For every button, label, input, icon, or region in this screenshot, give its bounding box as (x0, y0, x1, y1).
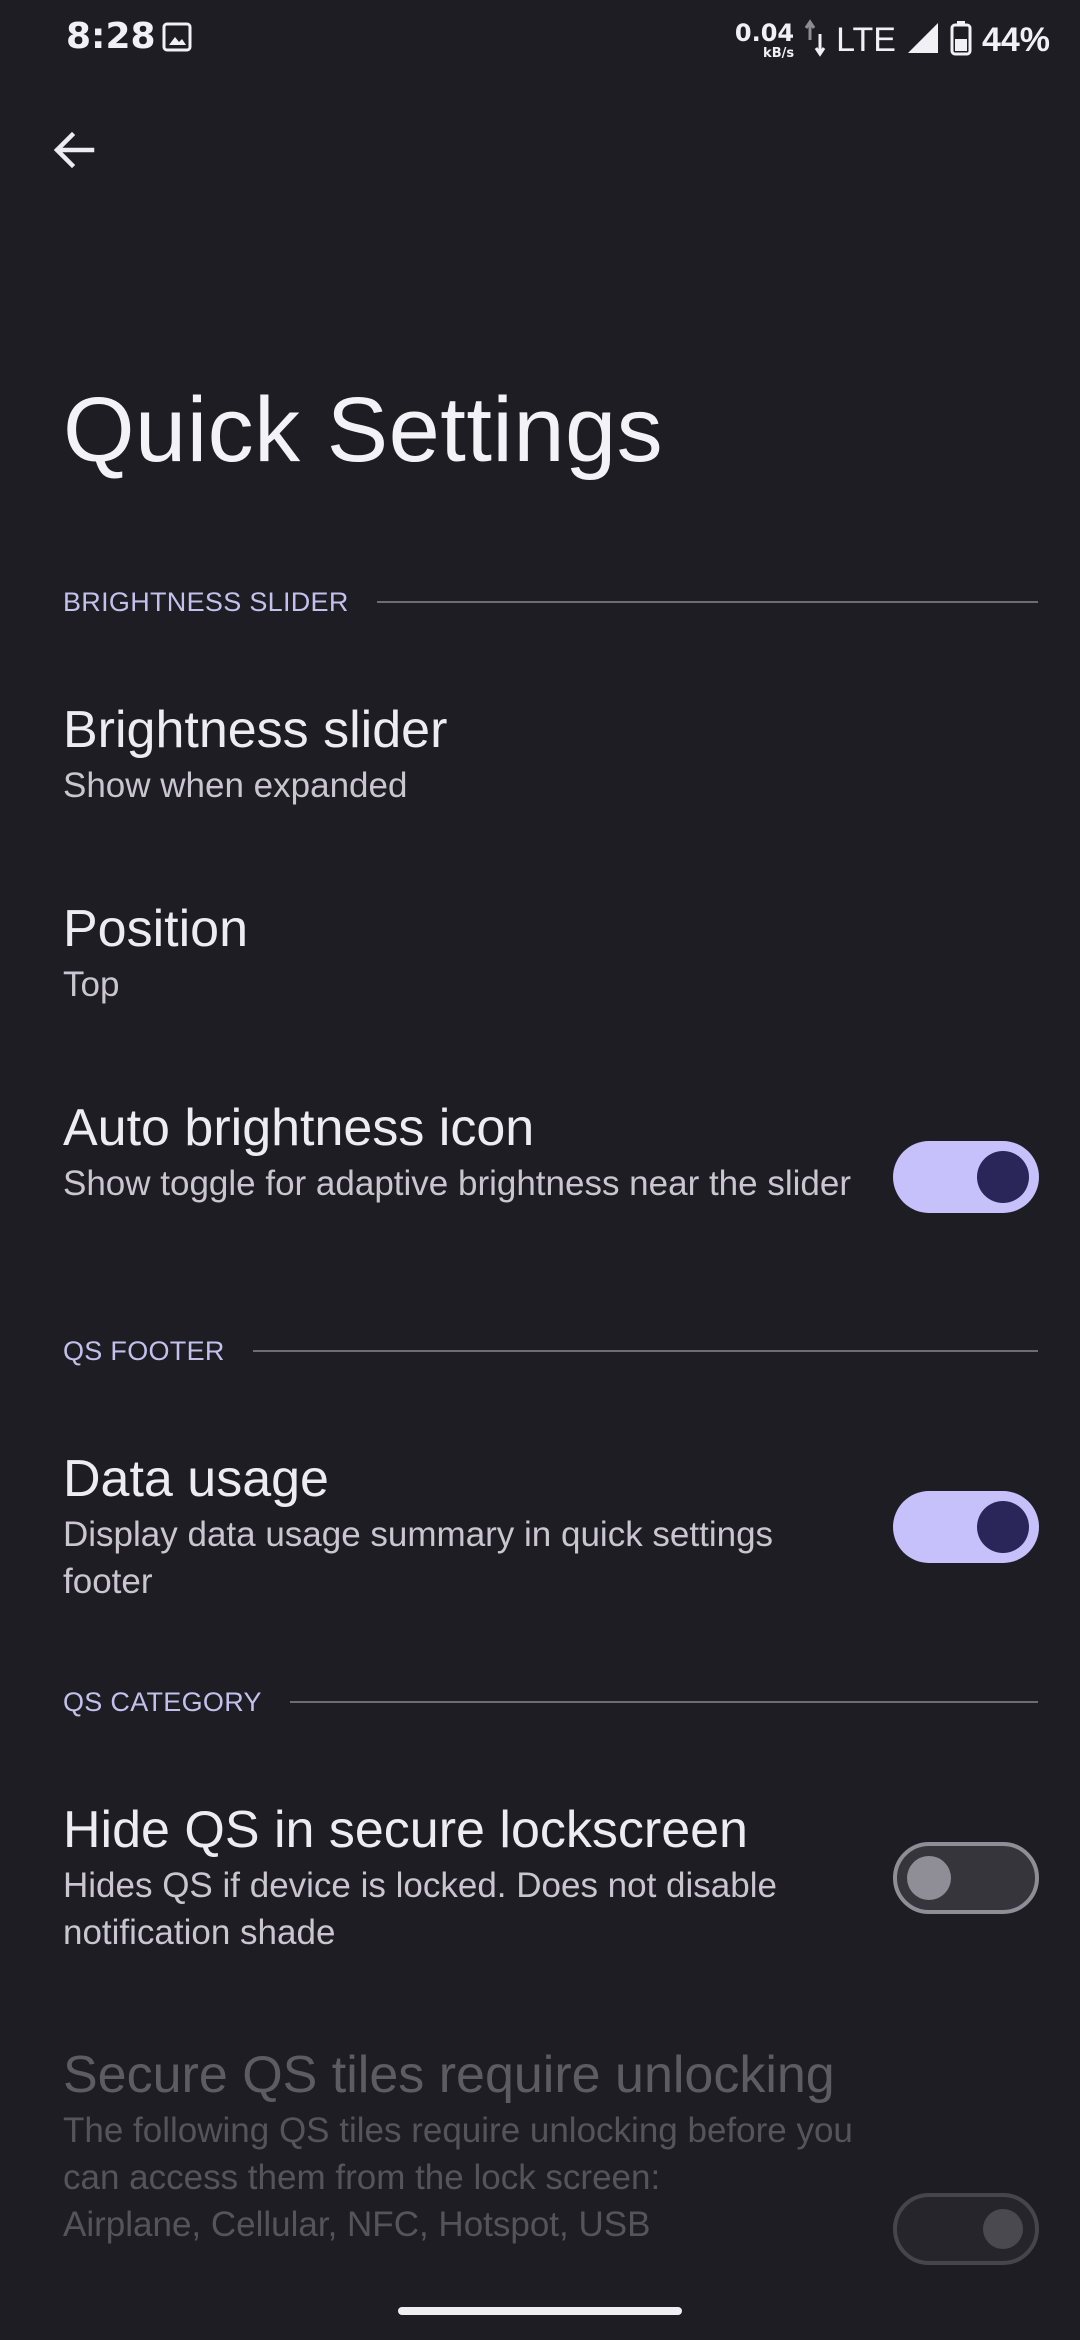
signal-icon (906, 21, 940, 59)
hide-qs-secure-lockscreen-toggle[interactable] (893, 1842, 1039, 1914)
toggle-knob (983, 2209, 1023, 2249)
section-label: QS FOOTER (63, 1335, 225, 1366)
page-title: Quick Settings (63, 379, 664, 481)
pref-summary: Show when expanded (63, 766, 408, 806)
image-notification-icon (162, 22, 192, 52)
pref-title: Hide QS in secure lockscreen (63, 1801, 748, 1859)
status-time: 8:28 (66, 16, 156, 57)
pref-summary-tiles: Airplane, Cellular, NFC, Hotspot, USB (63, 2205, 651, 2245)
auto-brightness-icon-toggle[interactable] (893, 1141, 1039, 1213)
pref-data-usage[interactable]: Data usage Display data usage summary in… (63, 1448, 863, 1606)
section-label: BRIGHTNESS SLIDER (63, 586, 349, 617)
pref-position[interactable]: Position Top (63, 898, 863, 1009)
pref-title: Data usage (63, 1450, 329, 1508)
pref-summary: Top (63, 965, 120, 1005)
pref-secure-qs-tiles: Secure QS tiles require unlocking The fo… (63, 2044, 863, 2340)
section-header-qs-category: QS CATEGORY (63, 1682, 1038, 1722)
net-speed-unit: kB/s (763, 45, 795, 61)
net-speed: 0.04 kB/s (735, 21, 794, 60)
arrow-left-icon (53, 131, 95, 169)
pref-brightness-slider[interactable]: Brightness slider Show when expanded (63, 699, 863, 810)
pref-summary: Show toggle for adaptive brightness near… (63, 1164, 851, 1204)
pref-summary: Hides QS if device is locked. Does not d… (63, 1866, 777, 1953)
section-header-brightness: BRIGHTNESS SLIDER (63, 582, 1038, 622)
pref-title: Brightness slider (63, 701, 448, 759)
pref-title: Auto brightness icon (63, 1099, 535, 1157)
status-bar: 8:28 0.04 kB/s LTE 44% (0, 0, 1080, 80)
data-arrows-icon (804, 18, 826, 62)
back-button[interactable] (40, 116, 108, 184)
pref-summary: Display data usage summary in quick sett… (63, 1515, 774, 1602)
section-divider (376, 601, 1038, 603)
pref-auto-brightness-icon[interactable]: Auto brightness icon Show toggle for ada… (63, 1097, 863, 1208)
pref-summary: The following QS tiles require unlocking… (63, 2111, 853, 2198)
status-indicators: 0.04 kB/s LTE 44% (735, 14, 1050, 66)
section-label: QS CATEGORY (63, 1686, 262, 1717)
toggle-knob (977, 1501, 1029, 1553)
network-type: LTE (836, 20, 896, 59)
secure-qs-tiles-toggle (893, 2193, 1039, 2265)
pref-title: Position (63, 900, 248, 958)
battery-icon (950, 20, 972, 60)
pref-hide-qs-secure-lockscreen[interactable]: Hide QS in secure lockscreen Hides QS if… (63, 1799, 863, 1957)
gesture-nav-handle[interactable] (398, 2307, 682, 2315)
battery-percent: 44% (981, 20, 1050, 59)
section-header-qs-footer: QS FOOTER (63, 1331, 1038, 1371)
data-usage-toggle[interactable] (893, 1491, 1039, 1563)
pref-title: Secure QS tiles require unlocking (63, 2046, 835, 2104)
toggle-knob (907, 1856, 951, 1900)
section-divider (252, 1350, 1038, 1352)
net-speed-value: 0.04 (734, 18, 795, 47)
toggle-knob (977, 1151, 1029, 1203)
section-divider (289, 1701, 1038, 1703)
